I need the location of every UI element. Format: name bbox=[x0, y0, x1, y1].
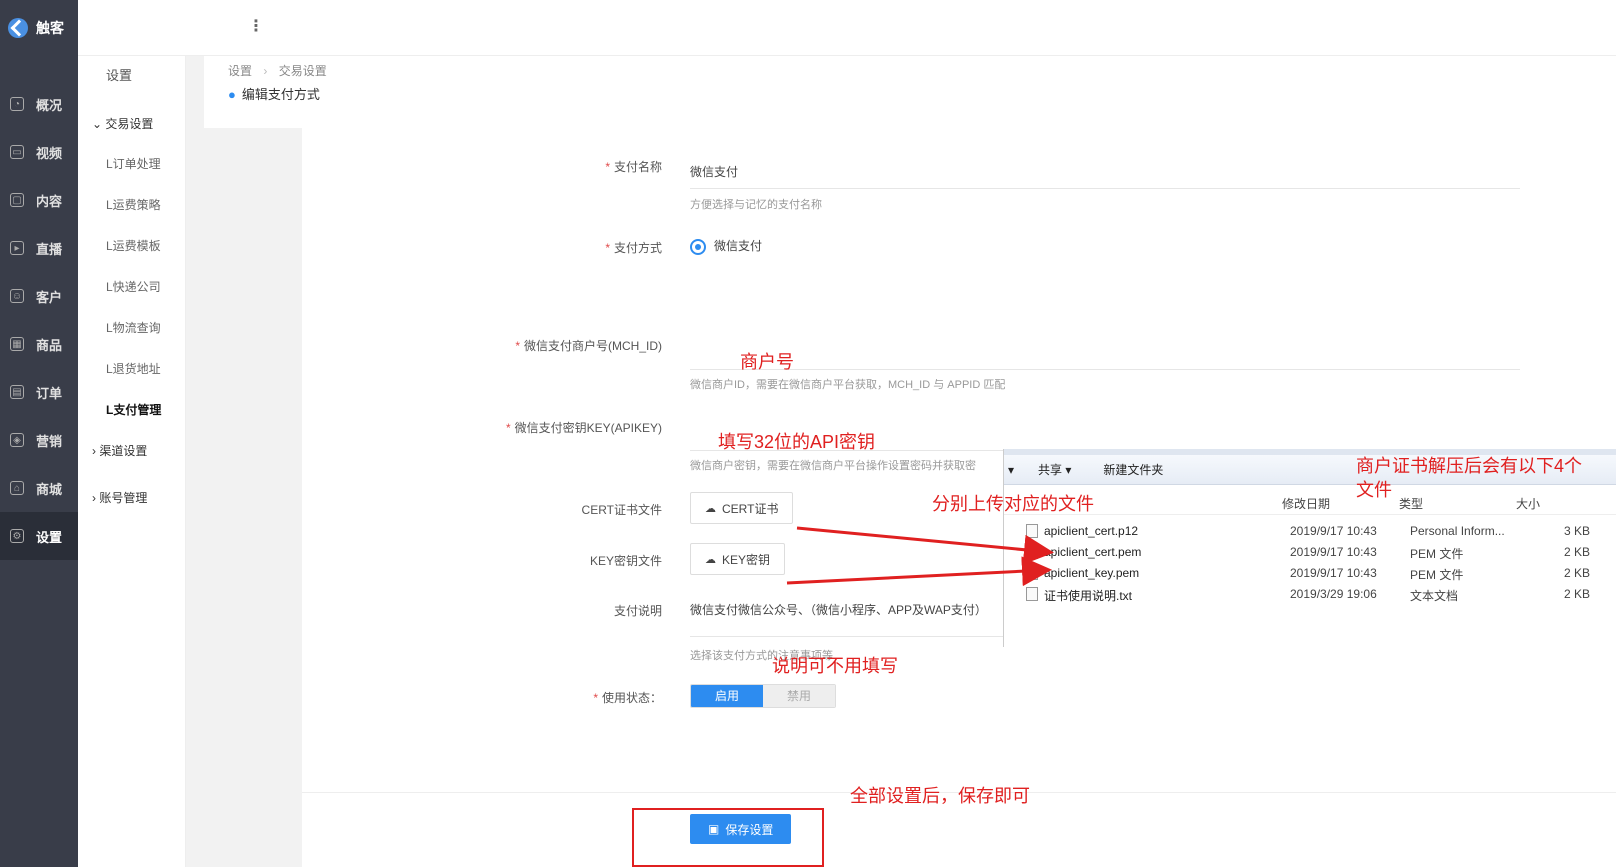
file-row[interactable]: apiclient_cert.pem 2019/9/17 10:43 PEM 文… bbox=[1004, 542, 1616, 563]
desc-label: 支付说明 bbox=[613, 604, 662, 618]
pay-name-input[interactable]: 微信支付 bbox=[690, 163, 738, 180]
file-icon bbox=[1026, 545, 1038, 559]
subnav-item-shipping-strategy[interactable]: L运费策略 bbox=[78, 185, 185, 226]
chevron-down-icon[interactable]: ▾ bbox=[1008, 463, 1014, 477]
mch-id-label: * 微信支付商户号(MCH_ID) bbox=[515, 339, 662, 353]
subnav-item-payment[interactable]: L支付管理 bbox=[78, 390, 185, 431]
nav-item-content[interactable]: ▢ 内容 bbox=[0, 176, 78, 224]
nav-item-goods[interactable]: ▦ 商品 bbox=[0, 320, 78, 368]
location-pin-icon: ● bbox=[228, 87, 236, 102]
nav-item-video[interactable]: ▭ 视频 bbox=[0, 128, 78, 176]
status-off[interactable]: 禁用 bbox=[763, 685, 835, 707]
breadcrumb-current[interactable]: 交易设置 bbox=[279, 64, 327, 78]
nav-item-order[interactable]: ▤ 订单 bbox=[0, 368, 78, 416]
subnav-group-trade[interactable]: ⌄ 交易设置 bbox=[78, 104, 185, 144]
explorer-column-header: 修改日期 类型 大小 bbox=[1004, 485, 1616, 515]
file-row[interactable]: apiclient_cert.p12 2019/9/17 10:43 Perso… bbox=[1004, 521, 1616, 542]
annotation-desc: 说明可不用填写 bbox=[772, 656, 898, 676]
mch-id-input[interactable] bbox=[690, 369, 1520, 370]
nav-item-settings[interactable]: ⚙ 设置 bbox=[0, 512, 78, 560]
text-file-icon bbox=[1026, 587, 1038, 601]
pay-method-label: * 支付方式 bbox=[605, 241, 662, 255]
settings-subnav: 设置 ⌄ 交易设置 L订单处理 L运费策略 L运费模板 L快递公司 L物流查询 … bbox=[78, 56, 186, 867]
main-sidebar: 触客 ◔ 概况 ▭ 视频 ▢ 内容 ▸ 直播 ☺ 客户 ▦ 商品 ▤ 订单 ◈ 营销 ⌂ 商城 ⚙… bbox=[0, 0, 78, 867]
gutter bbox=[186, 56, 204, 867]
settings-icon: ⚙ bbox=[10, 529, 24, 543]
order-icon: ▤ bbox=[10, 385, 24, 399]
desc-input[interactable]: 微信支付微信公众号、（微信小程序、APP及WAP支付） bbox=[690, 601, 987, 618]
annotation-mch: 商户号 bbox=[740, 352, 794, 372]
save-highlight-box bbox=[632, 808, 824, 867]
app-logo[interactable]: 触客 bbox=[0, 0, 78, 56]
breadcrumb-root[interactable]: 设置 bbox=[228, 64, 252, 78]
pay-name-label: * 支付名称 bbox=[605, 160, 662, 174]
chevron-down-icon: ⌄ bbox=[92, 117, 106, 131]
video-icon: ▭ bbox=[10, 145, 24, 159]
column-size[interactable]: 大小 bbox=[1516, 495, 1540, 512]
annotation-upload: 分别上传对应的文件 bbox=[932, 494, 1094, 514]
cloud-upload-icon: ☁ bbox=[705, 502, 716, 515]
file-explorer-window: ▾ 共享 ▾ 新建文件夹 修改日期 类型 大小 apiclient_cert.p… bbox=[1003, 449, 1616, 647]
subnav-group-channel[interactable]: › 渠道设置 bbox=[78, 431, 185, 471]
column-date[interactable]: 修改日期 bbox=[1282, 495, 1330, 512]
key-upload-button[interactable]: ☁ KEY密钥 bbox=[690, 543, 786, 575]
file-row[interactable]: apiclient_key.pem 2019/9/17 10:43 PEM 文件… bbox=[1004, 563, 1616, 584]
top-bar: ⋮ bbox=[78, 0, 1616, 56]
subnav-item-logistics-query[interactable]: L物流查询 bbox=[78, 308, 185, 349]
file-row[interactable]: 证书使用说明.txt 2019/3/29 19:06 文本文档 2 KB bbox=[1004, 584, 1616, 605]
subnav-item-courier[interactable]: L快递公司 bbox=[78, 267, 185, 308]
page-title: ● 编辑支付方式 bbox=[228, 87, 320, 102]
nav-item-marketing[interactable]: ◈ 营销 bbox=[0, 416, 78, 464]
breadcrumb-path: 设置 › 交易设置 bbox=[228, 64, 327, 78]
breadcrumb: 设置 › 交易设置 ● 编辑支付方式 bbox=[204, 56, 1616, 128]
annotation-files: 商户证书解压后会有以下4个 bbox=[1356, 456, 1583, 476]
key-label: KEY密钥文件 bbox=[589, 554, 662, 568]
logo-icon bbox=[8, 18, 28, 38]
goods-icon: ▦ bbox=[10, 337, 24, 351]
live-icon: ▸ bbox=[10, 241, 24, 255]
pay-name-hint: 方便选择与记忆的支付名称 bbox=[690, 199, 822, 211]
new-folder-button[interactable]: 新建文件夹 bbox=[1103, 461, 1163, 478]
apikey-label: * 微信支付密钥KEY(APIKEY) bbox=[505, 421, 662, 435]
subnav-item-shipping-template[interactable]: L运费模板 bbox=[78, 226, 185, 267]
more-menu-icon[interactable]: ⋮ bbox=[248, 16, 264, 36]
annotation-files-2: 文件 bbox=[1356, 480, 1392, 500]
certificate-file-icon bbox=[1026, 524, 1038, 538]
nav-item-overview[interactable]: ◔ 概况 bbox=[0, 80, 78, 128]
status-label: * 使用状态： bbox=[593, 691, 662, 705]
apikey-hint: 微信商户密钥，需要在微信商户平台操作设置密码并获取密 bbox=[690, 460, 976, 472]
cert-upload-button[interactable]: ☁ CERT证书 bbox=[690, 492, 794, 524]
pay-name-underline bbox=[690, 188, 1520, 189]
nav-item-customer[interactable]: ☺ 客户 bbox=[0, 272, 78, 320]
status-toggle[interactable]: 启用 禁用 bbox=[690, 684, 836, 708]
column-type[interactable]: 类型 bbox=[1399, 495, 1423, 512]
marketing-icon: ◈ bbox=[10, 433, 24, 447]
subnav-item-return-address[interactable]: L退货地址 bbox=[78, 349, 185, 390]
pay-method-radio[interactable]: 微信支付 bbox=[690, 237, 762, 255]
cert-label: CERT证书文件 bbox=[581, 503, 662, 517]
subnav-item-order-processing[interactable]: L订单处理 bbox=[78, 144, 185, 185]
nav-item-mall[interactable]: ⌂ 商城 bbox=[0, 464, 78, 512]
customer-icon: ☺ bbox=[10, 289, 24, 303]
app-name: 触客 bbox=[36, 20, 64, 36]
mch-id-hint: 微信商户ID，需要在微信商户平台获取，MCH_ID 与 APPID 匹配 bbox=[690, 379, 1006, 391]
subnav-group-account[interactable]: › 账号管理 bbox=[78, 478, 185, 518]
nav-item-live[interactable]: ▸ 直播 bbox=[0, 224, 78, 272]
annotation-apikey: 填写32位的API密钥 bbox=[718, 432, 876, 452]
annotation-save: 全部设置后，保存即可 bbox=[850, 786, 1030, 806]
cloud-upload-icon: ☁ bbox=[705, 553, 716, 566]
dashboard-icon: ◔ bbox=[10, 97, 24, 111]
share-button[interactable]: 共享 ▾ bbox=[1038, 461, 1071, 478]
mall-icon: ⌂ bbox=[10, 481, 24, 495]
status-on[interactable]: 启用 bbox=[691, 685, 763, 707]
subnav-title: 设置 bbox=[106, 68, 133, 83]
radio-selected-icon bbox=[690, 238, 706, 255]
file-icon bbox=[1026, 566, 1038, 580]
content-icon: ▢ bbox=[10, 193, 24, 207]
